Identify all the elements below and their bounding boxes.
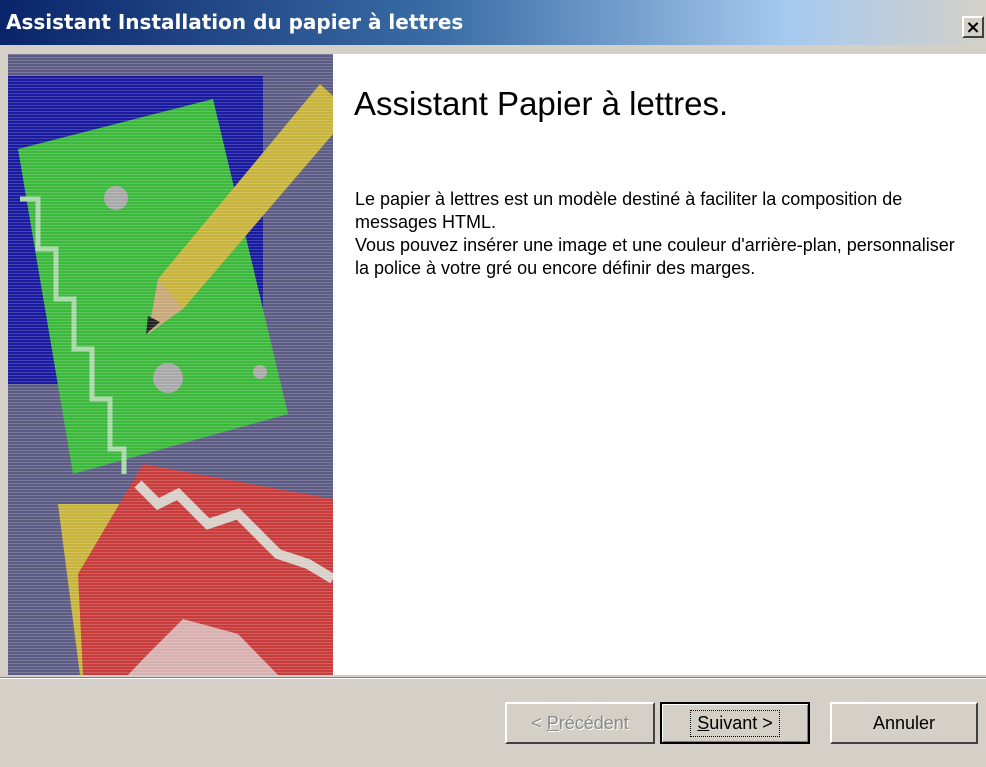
next-button[interactable]: Suivant >	[660, 702, 810, 744]
cancel-button[interactable]: Annuler	[830, 702, 978, 744]
description-paragraph-2: Vous pouvez insérer une image et une cou…	[355, 235, 955, 278]
content-panel: Assistant Papier à lettres. Le papier à …	[333, 54, 986, 675]
description-paragraph-1: Le papier à lettres est un modèle destin…	[355, 189, 903, 232]
wizard-illustration	[8, 54, 333, 675]
close-icon: ×	[965, 17, 981, 38]
back-button-label: < Précédent	[531, 712, 629, 733]
wizard-window: Assistant Installation du papier à lettr…	[0, 0, 986, 767]
description: Le papier à lettres est un modèle destin…	[355, 188, 955, 280]
page-heading: Assistant Papier à lettres.	[354, 85, 729, 122]
title-bar: Assistant Installation du papier à lettr…	[0, 0, 986, 45]
cancel-button-label: Annuler	[872, 712, 936, 733]
window-title: Assistant Installation du papier à lettr…	[6, 10, 464, 34]
back-button[interactable]: < Précédent	[505, 702, 655, 744]
stationery-illustration-icon	[8, 54, 333, 675]
next-button-label: Suivant >	[690, 709, 780, 737]
button-separator	[0, 677, 986, 679]
close-button[interactable]: ×	[962, 16, 984, 38]
